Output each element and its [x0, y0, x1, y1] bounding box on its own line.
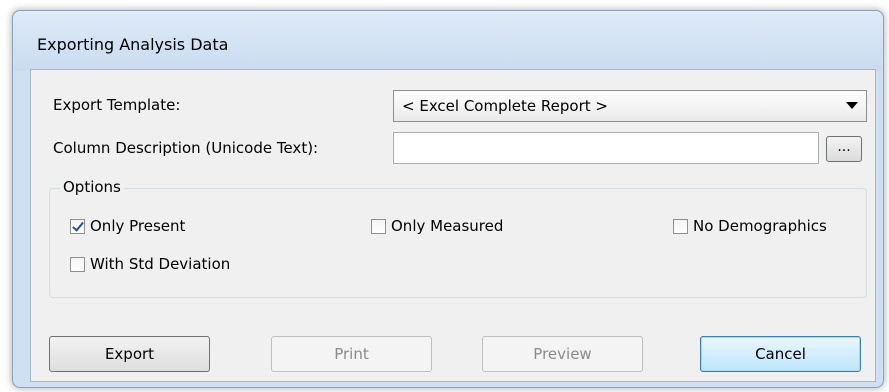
print-button[interactable]: Print [271, 336, 432, 372]
column-description-input[interactable] [393, 132, 819, 164]
export-dialog-window: Exporting Analysis Data Export Template:… [12, 10, 884, 388]
cancel-button[interactable]: Cancel [700, 336, 861, 372]
checkbox-unchecked-icon [70, 256, 85, 272]
only-measured-checkbox[interactable]: Only Measured [371, 217, 503, 235]
column-description-label: Column Description (Unicode Text): [53, 139, 319, 157]
only-measured-label: Only Measured [391, 217, 504, 235]
dropdown-arrow-icon [846, 102, 858, 109]
only-present-checkbox[interactable]: Only Present [70, 217, 185, 235]
browse-button[interactable]: ... [826, 136, 862, 162]
with-std-deviation-checkbox[interactable]: With Std Deviation [70, 255, 230, 273]
preview-button[interactable]: Preview [482, 336, 643, 372]
title-bar[interactable]: Exporting Analysis Data [13, 11, 883, 71]
with-std-deviation-label: With Std Deviation [90, 255, 231, 273]
no-demographics-checkbox[interactable]: No Demographics [673, 217, 827, 235]
no-demographics-label: No Demographics [693, 217, 827, 235]
dialog-body: Export Template: < Excel Complete Report… [30, 69, 876, 382]
export-template-label: Export Template: [53, 96, 181, 114]
export-template-value: < Excel Complete Report > [402, 97, 608, 115]
checkbox-checked-icon [70, 218, 85, 234]
checkbox-unchecked-icon [673, 218, 688, 234]
options-legend: Options [60, 178, 124, 196]
only-present-label: Only Present [90, 217, 186, 235]
checkbox-unchecked-icon [371, 218, 386, 234]
export-template-dropdown[interactable]: < Excel Complete Report > [393, 90, 867, 122]
export-button[interactable]: Export [49, 336, 210, 372]
window-title: Exporting Analysis Data [37, 35, 229, 54]
options-group: Options Only Present Only Measured No De… [49, 178, 867, 298]
